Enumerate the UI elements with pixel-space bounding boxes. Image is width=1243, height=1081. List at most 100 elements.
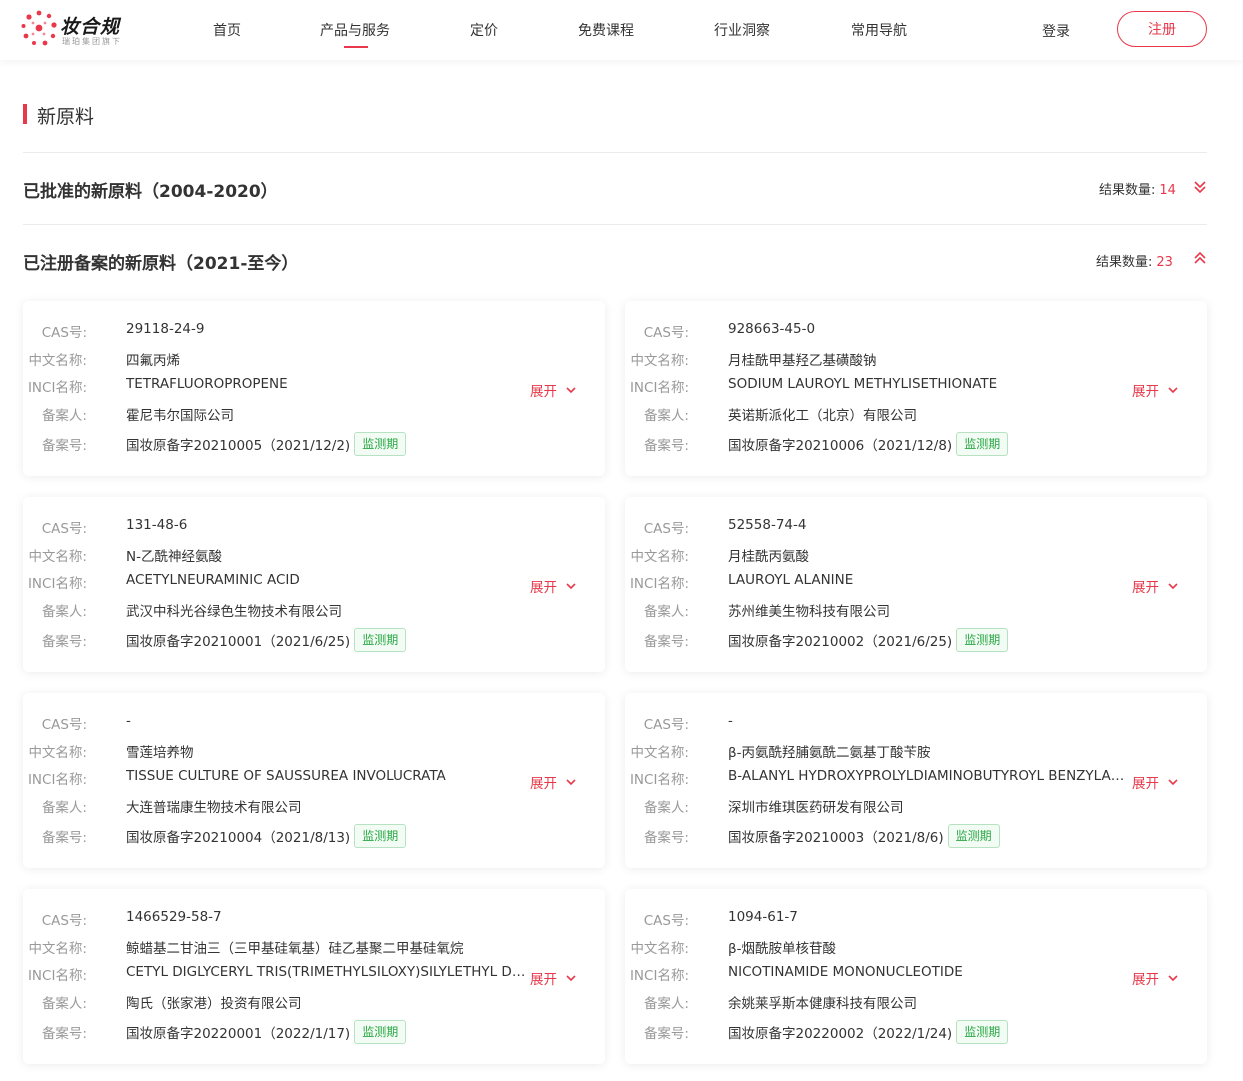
field-label: CAS号:: [643, 521, 689, 537]
filer-value: 英诺斯派化工（北京）有限公司: [728, 408, 917, 424]
card-row-cn-name: 中文名称: 四氟丙烯: [23, 349, 583, 369]
card-row-cas: CAS号: 1466529-58-7: [23, 909, 583, 929]
result-count-registered: 结果数量: 23: [1096, 251, 1173, 270]
filer-value: 深圳市维琪医药研发有限公司: [728, 800, 904, 816]
record-no-value: 国妆原备字20210006（2021/12/8) 监测期: [728, 432, 1009, 458]
cn-name-value: 四氟丙烯: [126, 353, 180, 369]
filer-value: 大连普瑞康生物技术有限公司: [126, 800, 302, 816]
field-label: INCI名称:: [27, 968, 87, 984]
monitoring-badge: 监测期: [956, 1020, 1009, 1044]
logo-mark-icon: [21, 10, 57, 46]
monitoring-badge: 监测期: [354, 824, 407, 848]
expand-button[interactable]: 展开: [1132, 968, 1179, 988]
card-row-cn-name: 中文名称: N-乙酰神经氨酸: [23, 545, 583, 565]
record-no-text: 国妆原备字20210001（2021/6/25): [126, 634, 351, 650]
field-label: CAS号:: [643, 325, 689, 341]
nav-item-insights[interactable]: 行业洞察: [714, 20, 770, 40]
record-no-value: 国妆原备字20220001（2022/1/17) 监测期: [126, 1020, 407, 1046]
field-label: 中文名称:: [28, 941, 87, 957]
card-row-filer: 备案人: 武汉中科光谷绿色生物技术有限公司: [23, 600, 583, 620]
card-row-cn-name: 中文名称: 月桂酰丙氨酸: [625, 545, 1185, 565]
card-row-inci: INCI名称: TISSUE CULTURE OF SAUSSUREA INVOL…: [23, 768, 583, 788]
cas-value: 131-48-6: [126, 517, 188, 533]
expand-label: 展开: [1132, 972, 1159, 988]
top-header: 妆合规 瑞珀集团旗下 首页 产品与服务 定价 免费课程 行业洞察 常用导航 登录…: [0, 0, 1243, 60]
field-label: CAS号:: [41, 717, 87, 733]
inci-value: B-ALANYL HYDROXYPROLYLDIAMINOBUTYROYL BE…: [728, 768, 1130, 784]
field-label: 备案人:: [41, 408, 87, 424]
expand-button[interactable]: 展开: [1132, 380, 1179, 400]
field-label: 中文名称:: [28, 549, 87, 565]
nav-item-pricing[interactable]: 定价: [470, 20, 498, 40]
card-row-inci: INCI名称: LAUROYL ALANINE: [625, 572, 1185, 592]
logo[interactable]: 妆合规 瑞珀集团旗下: [20, 8, 130, 50]
material-card: CAS号: - 中文名称: β-丙氨酰羟脯氨酰二氨基丁酸苄胺 INCI名称: B-AL…: [625, 693, 1207, 868]
register-button[interactable]: 注册: [1117, 11, 1207, 47]
expand-label: 展开: [530, 776, 557, 792]
field-label: 中文名称:: [28, 745, 87, 761]
nav-item-home[interactable]: 首页: [213, 20, 241, 40]
result-count-label: 结果数量:: [1096, 255, 1153, 270]
result-count-value: 14: [1159, 183, 1176, 198]
card-row-cn-name: 中文名称: 雪莲培养物: [23, 741, 583, 761]
card-row-inci: INCI名称: TETRAFLUOROPROPENE: [23, 376, 583, 396]
record-no-value: 国妆原备字20210003（2021/8/6) 监测期: [728, 824, 1000, 850]
card-row-inci: INCI名称: NICOTINAMIDE MONONUCLEOTIDE: [625, 964, 1185, 984]
record-no-value: 国妆原备字20210001（2021/6/25) 监测期: [126, 628, 407, 654]
section-title-approved[interactable]: 已批准的新原料（2004-2020）: [23, 177, 278, 202]
card-row-record: 备案号: 国妆原备字20220001（2022/1/17) 监测期: [23, 1020, 583, 1044]
nav-item-courses[interactable]: 免费课程: [578, 20, 634, 40]
card-row-cas: CAS号: -: [625, 713, 1185, 733]
record-no-text: 国妆原备字20210005（2021/12/2): [126, 438, 351, 454]
expand-label: 展开: [1132, 580, 1159, 596]
card-row-record: 备案号: 国妆原备字20210003（2021/8/6) 监测期: [625, 824, 1185, 848]
nav-active-underline: [344, 46, 368, 48]
card-row-record: 备案号: 国妆原备字20210005（2021/12/2) 监测期: [23, 432, 583, 456]
record-no-text: 国妆原备字20210002（2021/6/25): [728, 634, 953, 650]
field-label: 备案号:: [643, 1026, 689, 1042]
monitoring-badge: 监测期: [354, 432, 407, 456]
inci-value: TETRAFLUOROPROPENE: [126, 376, 288, 392]
filer-value: 陶氏（张家港）投资有限公司: [126, 996, 302, 1012]
card-row-filer: 备案人: 陶氏（张家港）投资有限公司: [23, 992, 583, 1012]
filer-value: 武汉中科光谷绿色生物技术有限公司: [126, 604, 342, 620]
nav-item-products[interactable]: 产品与服务: [320, 20, 390, 40]
material-card: CAS号: 29118-24-9 中文名称: 四氟丙烯 INCI名称: TETRAFL…: [23, 301, 605, 476]
monitoring-badge: 监测期: [947, 824, 1000, 848]
field-label: CAS号:: [41, 913, 87, 929]
chevron-double-up-icon[interactable]: [1192, 250, 1208, 266]
material-card: CAS号: 1466529-58-7 中文名称: 鲸蜡基二甘油三（三甲基硅氧基）硅乙…: [23, 889, 605, 1064]
record-no-text: 国妆原备字20220002（2022/1/24): [728, 1026, 953, 1042]
filer-value: 霍尼韦尔国际公司: [126, 408, 234, 424]
field-label: 中文名称:: [630, 549, 689, 565]
section-title-registered[interactable]: 已注册备案的新原料（2021-至今）: [23, 249, 298, 274]
chevron-double-down-icon[interactable]: [1192, 179, 1208, 195]
nav-item-navigation[interactable]: 常用导航: [851, 20, 907, 40]
expand-button[interactable]: 展开: [530, 380, 577, 400]
field-label: 备案号:: [41, 830, 87, 846]
inci-value: LAUROYL ALANINE: [728, 572, 854, 588]
record-no-value: 国妆原备字20210002（2021/6/25) 监测期: [728, 628, 1009, 654]
card-row-cas: CAS号: 52558-74-4: [625, 517, 1185, 537]
expand-button[interactable]: 展开: [1132, 772, 1179, 792]
field-label: CAS号:: [41, 521, 87, 537]
record-no-text: 国妆原备字20210003（2021/8/6): [728, 830, 944, 846]
material-card: CAS号: 928663-45-0 中文名称: 月桂酰甲基羟乙基磺酸钠 INCI名称…: [625, 301, 1207, 476]
expand-button[interactable]: 展开: [530, 968, 577, 988]
inci-value: SODIUM LAUROYL METHYLISETHIONATE: [728, 376, 998, 392]
field-label: 中文名称:: [28, 353, 87, 369]
inci-value: NICOTINAMIDE MONONUCLEOTIDE: [728, 964, 963, 980]
field-label: 备案人:: [41, 604, 87, 620]
expand-button[interactable]: 展开: [530, 576, 577, 596]
expand-button[interactable]: 展开: [530, 772, 577, 792]
cn-name-value: 鲸蜡基二甘油三（三甲基硅氧基）硅乙基聚二甲基硅氧烷: [126, 941, 464, 957]
expand-button[interactable]: 展开: [1132, 576, 1179, 596]
card-row-inci: INCI名称: B-ALANYL HYDROXYPROLYLDIAMINOBUTY…: [625, 768, 1185, 788]
cas-value: 1466529-58-7: [126, 909, 222, 925]
cn-name-value: β-丙氨酰羟脯氨酰二氨基丁酸苄胺: [728, 745, 931, 761]
card-row-cas: CAS号: 1094-61-7: [625, 909, 1185, 929]
card-row-inci: INCI名称: SODIUM LAUROYL METHYLISETHIONATE: [625, 376, 1185, 396]
cn-name-value: N-乙酰神经氨酸: [126, 549, 222, 565]
field-label: 备案人:: [41, 996, 87, 1012]
login-link[interactable]: 登录: [1042, 21, 1070, 41]
